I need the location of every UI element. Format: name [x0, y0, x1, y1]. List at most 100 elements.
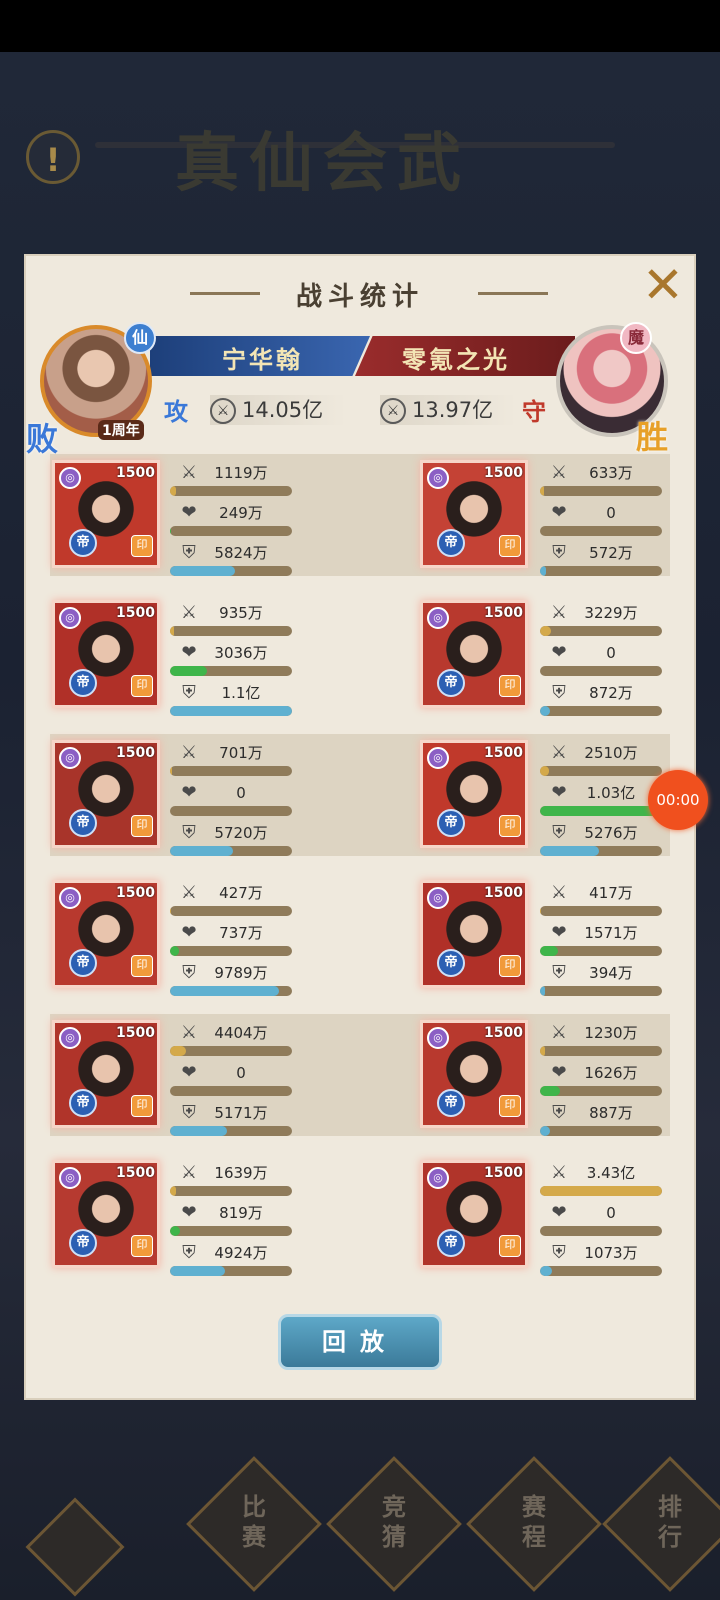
power-sword-icon: ⚔	[380, 398, 406, 424]
element-icon: ◎	[427, 1167, 449, 1189]
right-hero-card[interactable]: ◎ 1500 帝 印	[420, 740, 528, 848]
defense-bar-fill	[540, 566, 547, 576]
right-role-label: 守	[522, 397, 546, 426]
health-bar-fill	[170, 1226, 180, 1236]
element-icon: ◎	[59, 607, 81, 629]
attack-bar-fill	[170, 766, 173, 776]
health-value: 0	[606, 644, 616, 662]
right-power-value: 13.97亿	[412, 398, 494, 422]
right-health-stat: ❤ 0	[540, 502, 662, 536]
left-hero-card[interactable]: ◎ 1500 帝 印	[52, 1020, 160, 1128]
attack-bar-fill	[540, 1186, 662, 1196]
attack-icon: ⚔	[550, 1022, 568, 1043]
attack-bar-fill	[540, 906, 542, 916]
defense-value: 1.1亿	[221, 684, 261, 702]
left-defense-stat: ⛨ 9789万	[170, 962, 292, 996]
health-bar-fill	[170, 666, 207, 676]
hero-level: 1500	[116, 605, 155, 621]
attack-icon: ⚔	[180, 742, 198, 763]
defense-icon: ⛨	[552, 1102, 566, 1123]
right-defense-stat: ⛨ 5276万	[540, 822, 662, 856]
defense-icon: ⛨	[182, 542, 196, 563]
defense-bar	[170, 1266, 292, 1276]
right-attack-stat: ⚔ 3.43亿	[540, 1162, 662, 1196]
health-bar	[170, 1086, 292, 1096]
left-health-stat: ❤ 819万	[170, 1202, 292, 1236]
right-attack-stat: ⚔ 1230万	[540, 1022, 662, 1056]
defense-icon: ⛨	[182, 682, 196, 703]
left-health-stat: ❤ 3036万	[170, 642, 292, 676]
health-bar	[540, 1226, 662, 1236]
health-value: 0	[606, 1204, 616, 1222]
left-attack-stat: ⚔ 935万	[170, 602, 292, 636]
defense-value: 5276万	[584, 824, 638, 842]
hero-level: 1500	[484, 1025, 523, 1041]
recording-timer[interactable]: 00:00	[648, 770, 708, 830]
health-value: 1571万	[584, 924, 638, 942]
right-health-stat: ❤ 0	[540, 1202, 662, 1236]
rank-badge: 帝	[437, 1229, 465, 1257]
close-icon[interactable]: ✕	[640, 260, 686, 310]
health-value: 1626万	[584, 1064, 638, 1082]
health-value: 1.03亿	[586, 784, 636, 802]
hero-level: 1500	[116, 465, 155, 481]
right-hero-card[interactable]: ◎ 1500 帝 印	[420, 460, 528, 568]
defense-bar-fill	[540, 1266, 553, 1276]
attack-bar-fill	[170, 906, 172, 916]
health-icon: ❤	[181, 782, 197, 803]
right-hero-card[interactable]: ◎ 1500 帝 印	[420, 1020, 528, 1128]
right-hero-card[interactable]: ◎ 1500 帝 印	[420, 600, 528, 708]
attack-value: 1119万	[214, 464, 268, 482]
hero-level: 1500	[116, 1025, 155, 1041]
nav-tab-label: 排 行	[658, 1492, 682, 1551]
left-hero-card[interactable]: ◎ 1500 帝 印	[52, 880, 160, 988]
replay-button[interactable]: 回放	[278, 1314, 442, 1370]
rank-badge: 帝	[437, 949, 465, 977]
element-icon: ◎	[59, 747, 81, 769]
left-health-stat: ❤ 249万	[170, 502, 292, 536]
defense-bar	[540, 706, 662, 716]
left-hero-card[interactable]: ◎ 1500 帝 印	[52, 1160, 160, 1268]
health-bar	[170, 526, 292, 536]
defense-bar-fill	[170, 986, 279, 996]
attack-bar-fill	[540, 486, 544, 496]
element-icon: ◎	[427, 887, 449, 909]
right-player-name: 零氪之光	[402, 345, 510, 374]
attack-icon: ⚔	[180, 462, 198, 483]
right-result-label: 胜	[636, 418, 669, 456]
attack-icon: ⚔	[180, 602, 198, 623]
info-icon[interactable]: !	[26, 130, 80, 184]
attack-bar	[170, 766, 292, 776]
right-hero-card[interactable]: ◎ 1500 帝 印	[420, 1160, 528, 1268]
attack-bar-fill	[540, 766, 549, 776]
attack-icon: ⚔	[550, 462, 568, 483]
attack-value: 701万	[219, 744, 263, 762]
health-bar	[540, 806, 662, 816]
defense-bar	[170, 566, 292, 576]
right-hero-card[interactable]: ◎ 1500 帝 印	[420, 880, 528, 988]
defense-bar-fill	[170, 1266, 225, 1276]
defense-bar-fill	[540, 1126, 550, 1136]
attack-value: 4404万	[214, 1024, 268, 1042]
left-defense-stat: ⛨ 5824万	[170, 542, 292, 576]
attack-bar-fill	[170, 1186, 177, 1196]
defense-value: 394万	[589, 964, 633, 982]
health-icon: ❤	[551, 1202, 567, 1223]
left-attack-stat: ⚔ 427万	[170, 882, 292, 916]
attack-value: 3.43亿	[586, 1164, 636, 1182]
left-hero-card[interactable]: ◎ 1500 帝 印	[52, 460, 160, 568]
left-hero-card[interactable]: ◎ 1500 帝 印	[52, 600, 160, 708]
right-health-stat: ❤ 1571万	[540, 922, 662, 956]
attack-bar	[170, 1046, 292, 1056]
defense-icon: ⛨	[182, 1242, 196, 1263]
attack-icon: ⚔	[180, 882, 198, 903]
right-attack-stat: ⚔ 417万	[540, 882, 662, 916]
attack-value: 633万	[589, 464, 633, 482]
nav-tab-label: 赛 程	[522, 1492, 546, 1551]
left-hero-card[interactable]: ◎ 1500 帝 印	[52, 740, 160, 848]
attack-value: 1639万	[214, 1164, 268, 1182]
rank-badge: 帝	[437, 529, 465, 557]
rank-badge: 帝	[69, 669, 97, 697]
element-icon: ◎	[59, 887, 81, 909]
right-defense-stat: ⛨ 1073万	[540, 1242, 662, 1276]
